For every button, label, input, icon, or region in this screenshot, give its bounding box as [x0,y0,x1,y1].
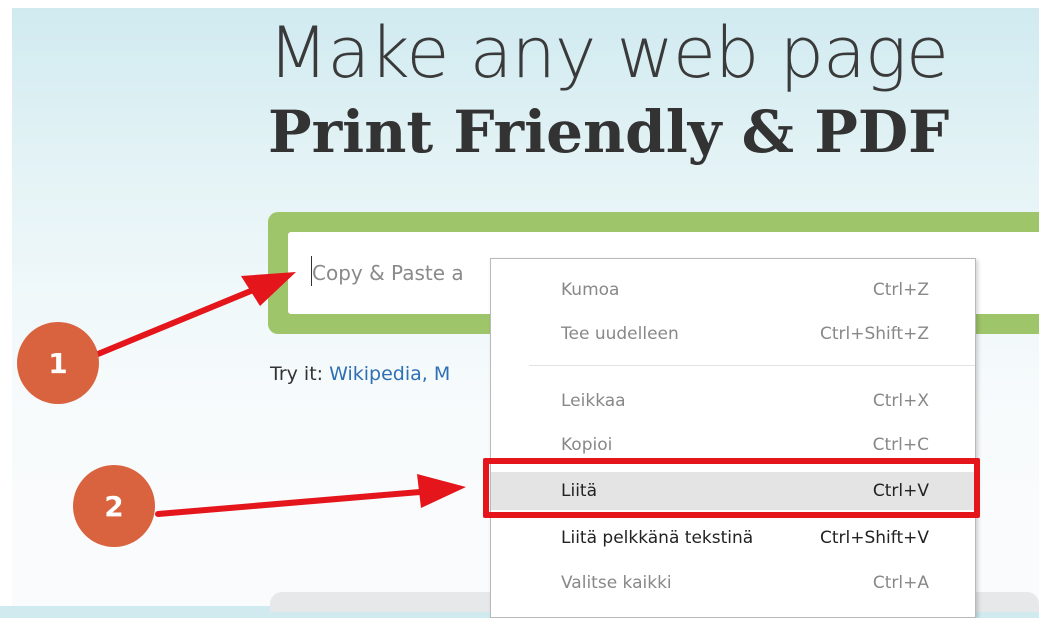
arrow-1-shaft [95,285,261,357]
menu-item-undo[interactable]: Kumoa Ctrl+Z [491,271,975,309]
menu-item-paste-plain-label: Liitä pelkkänä tekstinä [561,528,754,548]
menu-item-copy-label: Kopioi [561,435,613,455]
menu-item-redo-shortcut: Ctrl+Shift+Z [819,324,929,344]
hero-title-line1: Make any web page [268,12,949,94]
text-caret [311,256,312,286]
arrow-2-head [417,474,466,508]
page-left-edge [0,0,12,606]
menu-item-redo[interactable]: Tee uudelleen Ctrl+Shift+Z [491,315,975,353]
menu-item-cut[interactable]: Leikkaa Ctrl+X [491,382,975,420]
hero-title-line2: Print Friendly & PDF [268,98,950,166]
menu-item-cut-label: Leikkaa [561,391,626,411]
menu-item-copy-shortcut: Ctrl+C [872,435,929,455]
menu-item-select-all[interactable]: Valitse kaikki Ctrl+A [491,564,975,602]
menu-item-select-all-label: Valitse kaikki [561,573,672,593]
try-it-link-wikipedia[interactable]: Wikipedia, M [329,363,450,385]
menu-item-undo-label: Kumoa [561,280,620,300]
arrow-2-shaft [155,489,423,517]
page-top-edge [0,0,1039,8]
try-it-row: Try it: Wikipedia, M [270,360,450,388]
menu-item-select-all-shortcut: Ctrl+A [872,573,929,593]
paste-highlight-box [483,458,980,518]
menu-item-undo-shortcut: Ctrl+Z [872,280,929,300]
context-menu: Kumoa Ctrl+Z Tee uudelleen Ctrl+Shift+Z … [490,258,976,618]
try-it-label: Try it: [270,363,324,385]
step-1-badge: 1 [17,322,99,404]
menu-separator [529,365,975,366]
menu-item-cut-shortcut: Ctrl+X [872,391,929,411]
menu-item-redo-label: Tee uudelleen [561,324,679,344]
step-2-badge: 2 [73,465,155,547]
menu-item-paste-plain-shortcut: Ctrl+Shift+V [819,528,929,548]
menu-item-paste-plain[interactable]: Liitä pelkkänä tekstinä Ctrl+Shift+V [491,519,975,557]
